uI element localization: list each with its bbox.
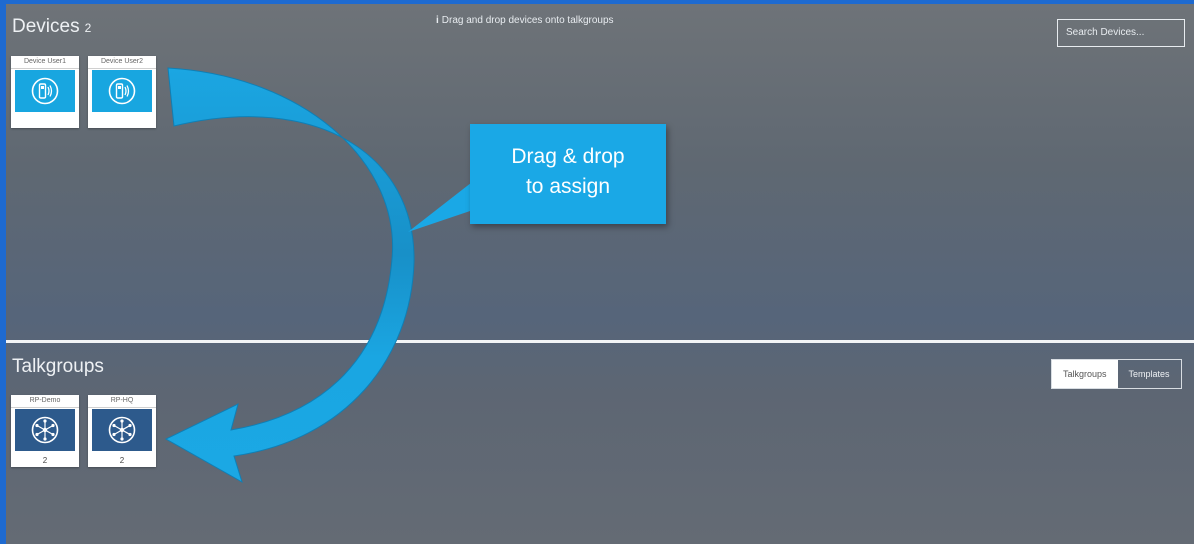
drag-arrow-overlay <box>164 67 476 484</box>
callout-line-1: Drag & drop <box>511 145 625 168</box>
curved-arrow-icon <box>164 67 415 484</box>
drag-drop-callout: Drag & drop to assign <box>470 124 666 224</box>
callout-line-2: to assign <box>525 175 611 198</box>
callout-pointer-icon <box>408 179 476 232</box>
app-window: Devices 2 i Drag and drop devices onto tal… <box>6 4 1194 544</box>
